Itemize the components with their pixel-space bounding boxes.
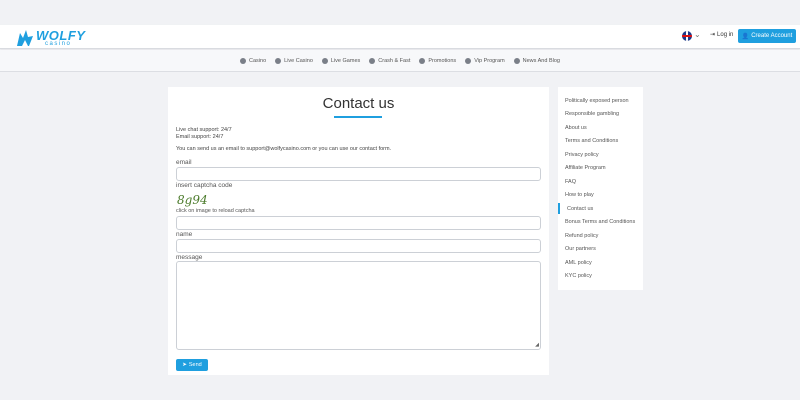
captcha-image[interactable]: 8g94 <box>176 191 210 208</box>
user-plus-icon: 👤 <box>741 33 750 40</box>
nav-item-promotions[interactable]: Promotions <box>419 57 457 64</box>
resize-handle-icon[interactable]: ◢ <box>535 342 539 348</box>
main-nav: Casino Live Casino Live Games Crash & Fa… <box>0 50 800 72</box>
site-logo[interactable]: WOLFY casino <box>14 27 85 49</box>
create-account-button[interactable]: 👤 Create Account <box>738 29 796 43</box>
login-icon: ⇥ <box>710 32 716 38</box>
nav-item-crash-fast[interactable]: Crash & Fast <box>369 57 411 64</box>
live-games-icon <box>321 57 328 64</box>
sidebar-item-bonus-terms[interactable]: Bonus Terms and Conditions <box>565 219 635 225</box>
nav-item-live-casino[interactable]: Live Casino <box>275 57 313 64</box>
vip-icon <box>465 57 472 64</box>
site-header <box>0 25 800 49</box>
name-field[interactable] <box>176 239 541 253</box>
wolf-logo-icon <box>17 30 33 46</box>
uk-flag-icon <box>682 31 692 41</box>
send-button[interactable]: ➤ Send <box>176 359 208 371</box>
title-underline <box>334 116 382 118</box>
nav-label: Live Games <box>330 57 361 64</box>
message-textarea[interactable]: ◢ <box>176 261 541 350</box>
live-casino-icon <box>275 57 282 64</box>
contact-panel: Contact us Live chat support: 24/7 Email… <box>168 87 549 375</box>
nav-label: News And Blog <box>522 57 560 64</box>
logo-subtext: casino <box>45 41 72 47</box>
send-label: Send <box>188 362 202 368</box>
contact-intro: You can send us an email to support@wolf… <box>176 146 392 152</box>
nav-label: Live Casino <box>284 57 313 64</box>
sidebar-item-affiliate-program[interactable]: Affiliate Program <box>565 165 606 171</box>
name-label: name <box>176 231 193 238</box>
create-account-label: Create Account <box>751 33 793 39</box>
sidebar-item-faq[interactable]: FAQ <box>565 179 576 185</box>
paper-plane-icon: ➤ <box>182 362 187 368</box>
nav-item-live-games[interactable]: Live Games <box>321 57 361 64</box>
sidebar-item-our-partners[interactable]: Our partners <box>565 246 596 252</box>
nav-label: Vip Program <box>474 57 505 64</box>
captcha-text: 8g94 <box>177 193 208 207</box>
nav-label: Crash & Fast <box>378 57 411 64</box>
promotions-icon <box>419 57 426 64</box>
chevron-down-icon: ⌄ <box>694 30 701 39</box>
sidebar-item-how-to-play[interactable]: How to play <box>565 192 594 198</box>
nav-label: Promotions <box>428 57 457 64</box>
crash-fast-icon <box>369 57 376 64</box>
top-strip <box>0 0 800 25</box>
sidebar-item-about-us[interactable]: About us <box>565 125 587 131</box>
sidebar-item-aml-policy[interactable]: AML policy <box>565 260 592 266</box>
nav-label: Casino <box>249 57 267 64</box>
sidebar-item-refund-policy[interactable]: Refund policy <box>565 233 598 239</box>
sidebar-item-kyc-policy[interactable]: KYC policy <box>565 273 592 279</box>
sidebar-item-contact-us[interactable]: Contact us <box>567 206 593 212</box>
sidebar-item-privacy-policy[interactable]: Privacy policy <box>565 152 599 158</box>
login-label: Log in <box>717 31 734 38</box>
page-title: Contact us <box>322 95 395 112</box>
captcha-field[interactable] <box>176 216 541 230</box>
nav-item-vip-program[interactable]: Vip Program <box>465 57 505 64</box>
email-support-info: Email support: 24/7 <box>176 134 224 140</box>
active-indicator <box>558 203 560 214</box>
sidebar-item-responsible-gambling[interactable]: Responsible gambling <box>565 111 619 117</box>
nav-item-casino[interactable]: Casino <box>240 57 267 64</box>
login-button[interactable]: ⇥ Log in <box>710 31 734 39</box>
language-selector[interactable]: ⌄ <box>682 30 702 41</box>
live-chat-info: Live chat support: 24/7 <box>176 127 232 133</box>
nav-item-news-blog[interactable]: News And Blog <box>513 57 560 64</box>
captcha-label: insert captcha code <box>176 182 233 189</box>
news-icon <box>513 57 520 64</box>
sidebar-item-terms-and-conditions[interactable]: Terms and Conditions <box>565 138 618 144</box>
sidebar-item-politically-exposed-person[interactable]: Politically exposed person <box>565 98 629 104</box>
message-label: message <box>176 254 203 261</box>
email-label: email <box>176 159 192 166</box>
email-field[interactable] <box>176 167 541 181</box>
captcha-hint: click on image to reload captcha <box>176 208 255 214</box>
casino-icon <box>240 57 247 64</box>
info-sidebar: Politically exposed person Responsible g… <box>558 87 643 290</box>
